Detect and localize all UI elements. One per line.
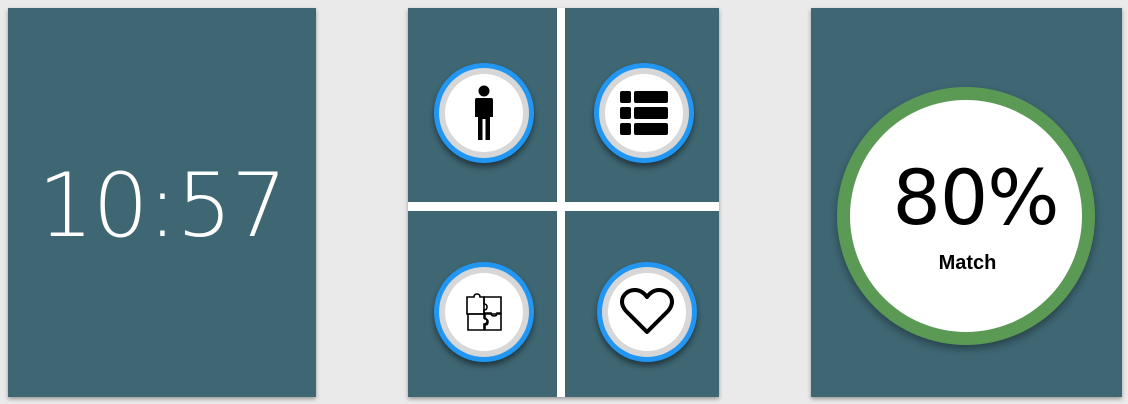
list-button[interactable] <box>594 63 694 163</box>
match-percentage: 80% <box>892 153 1060 242</box>
favorites-button[interactable] <box>597 262 697 362</box>
profile-button[interactable] <box>434 63 534 163</box>
match-label: Match <box>938 252 997 274</box>
clock-screen: 10:57 <box>8 8 316 397</box>
heart-icon <box>620 288 674 334</box>
puzzle-button[interactable] <box>434 262 534 362</box>
match-screen: 80% Match <box>811 8 1122 397</box>
clock-time: 10:57 <box>37 154 288 257</box>
menu-quadrant-favorites <box>565 211 719 397</box>
menu-quadrant-profile <box>408 8 557 202</box>
menu-quadrant-puzzle <box>408 211 557 397</box>
list-icon <box>620 91 668 135</box>
menu-screen <box>408 8 719 397</box>
menu-quadrant-list <box>565 8 719 202</box>
person-icon <box>475 85 493 140</box>
puzzle-icon <box>466 293 502 331</box>
